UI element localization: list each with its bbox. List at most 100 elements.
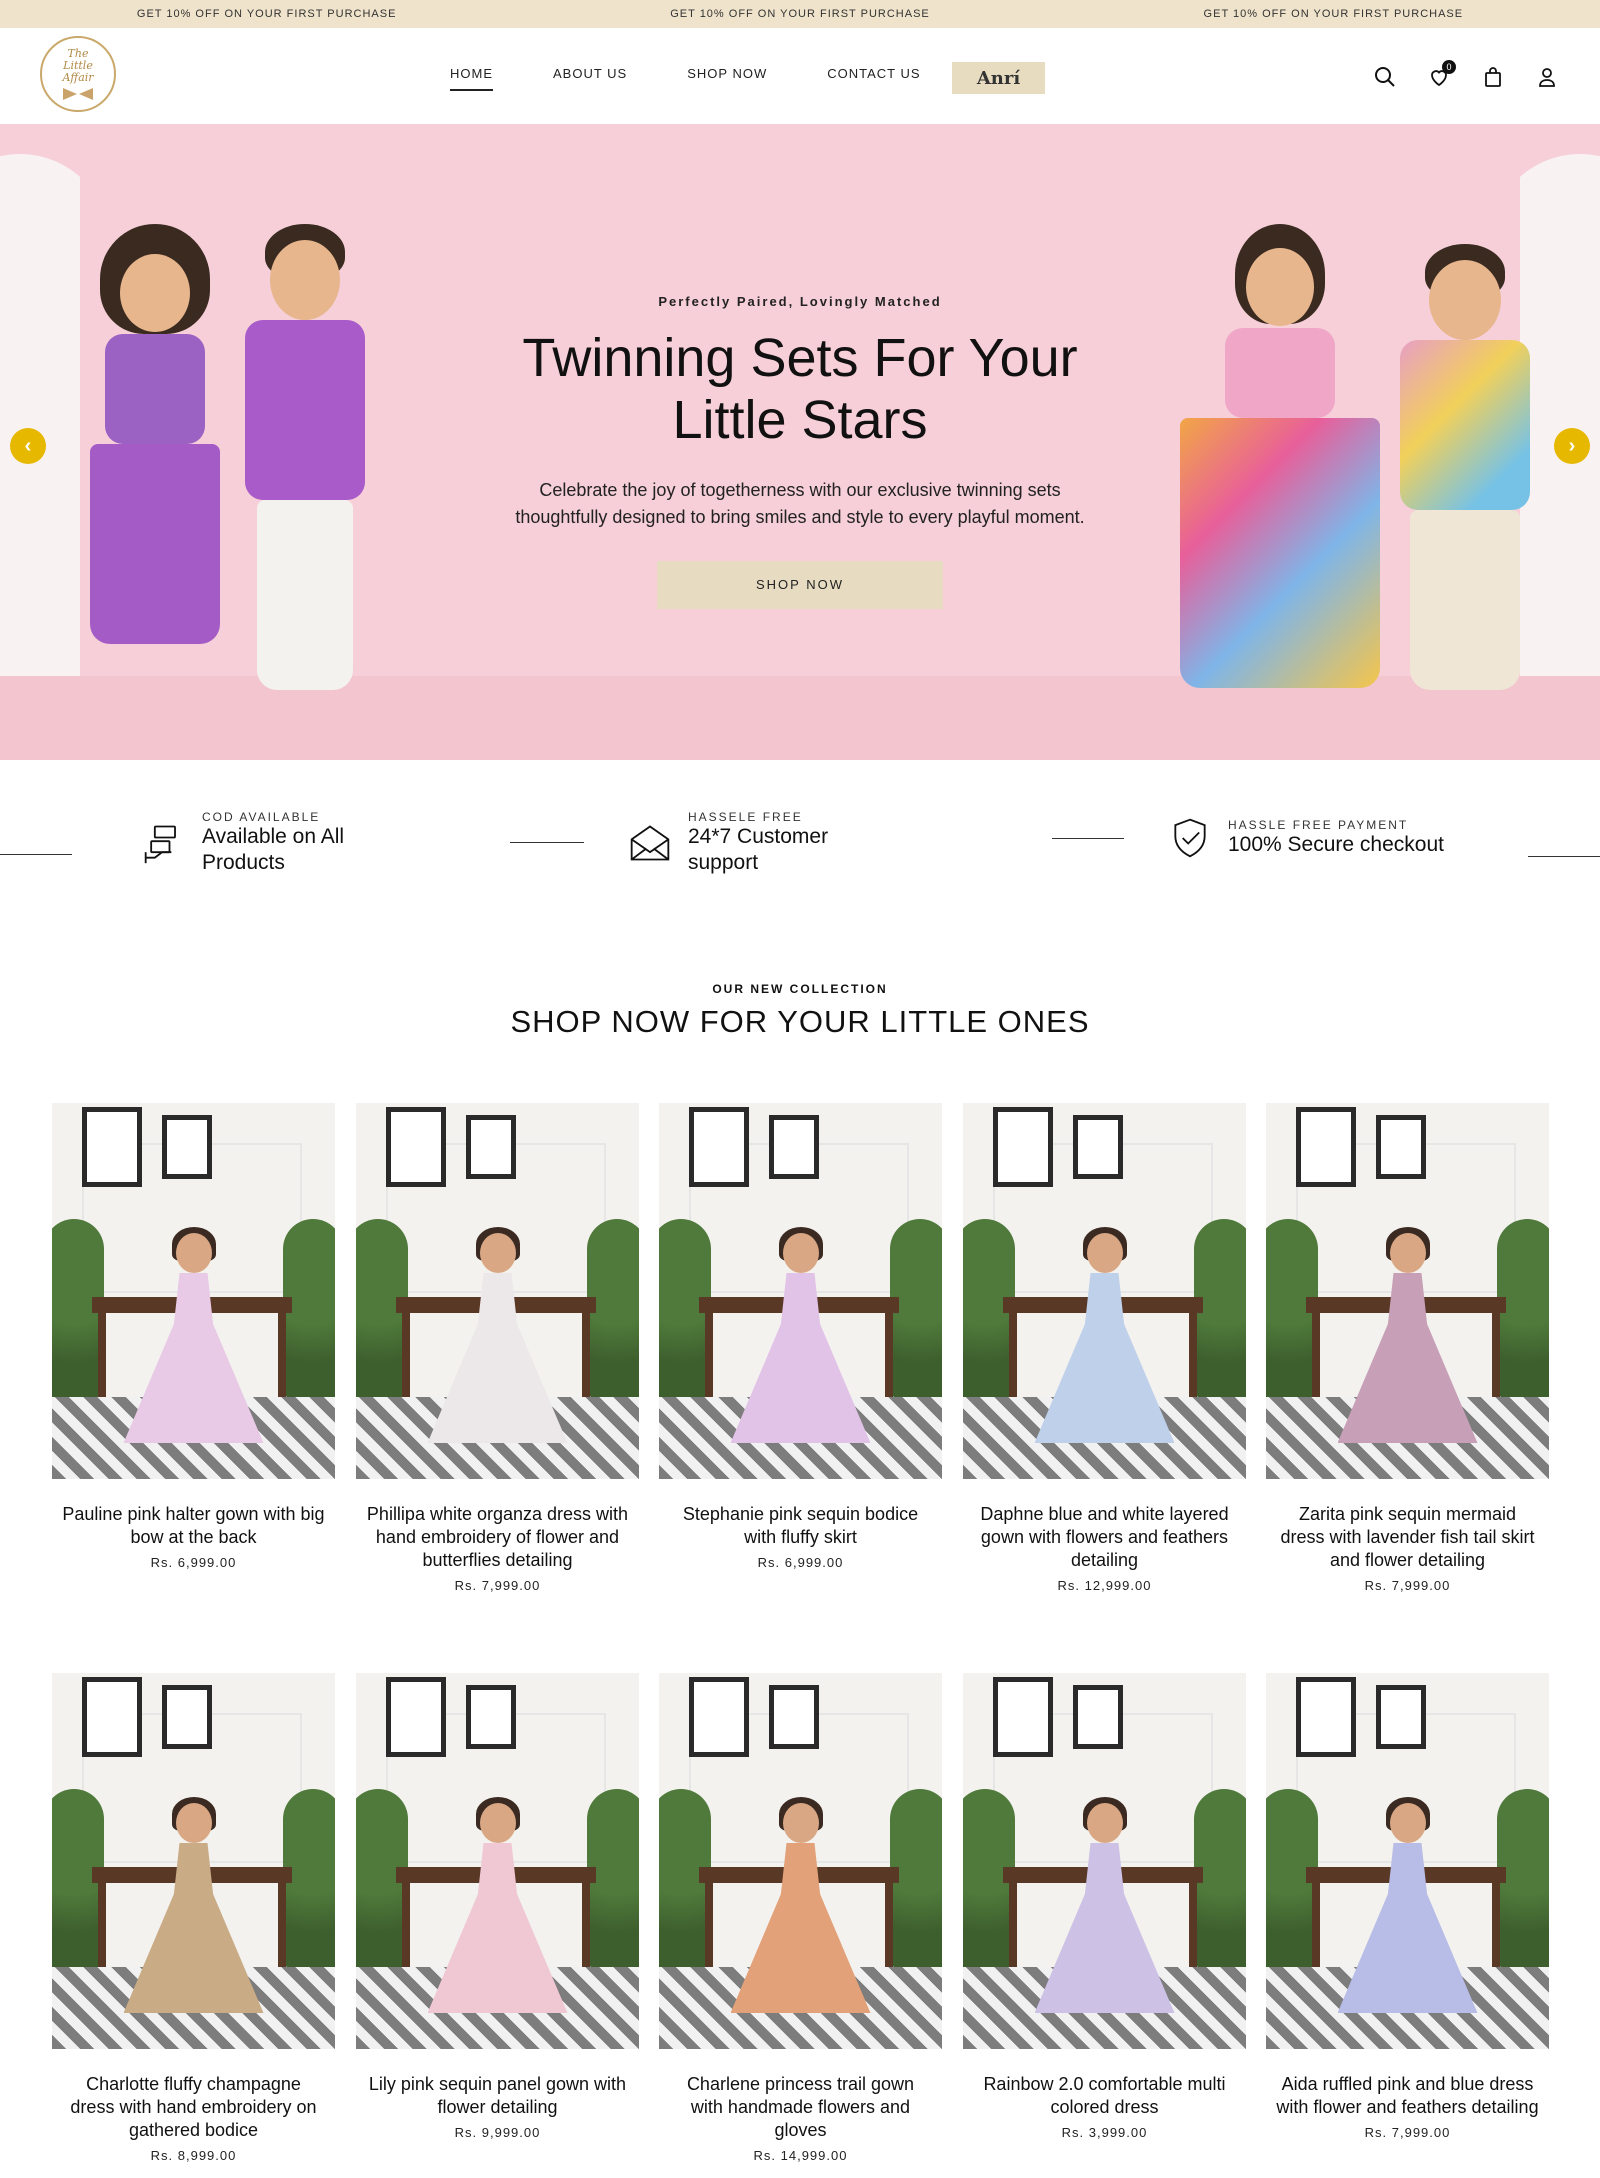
product-name[interactable]: Aida ruffled pink and blue dress with fl…	[1266, 2073, 1549, 2119]
divider	[510, 842, 584, 843]
product-card[interactable]: Stephanie pink sequin bodice with fluffy…	[659, 1103, 942, 1570]
product-card[interactable]: Phillipa white organza dress with hand e…	[356, 1103, 639, 1593]
table-leg	[278, 1881, 286, 1971]
bow-icon	[63, 88, 93, 100]
product-card[interactable]: Rainbow 2.0 comfortable multi colored dr…	[963, 1673, 1246, 2140]
hero-subtitle-line2: thoughtfully designed to bring smiles an…	[515, 507, 1085, 527]
table-leg	[1312, 1311, 1320, 1401]
product-card[interactable]: Aida ruffled pink and blue dress with fl…	[1266, 1673, 1549, 2140]
nav-home[interactable]: HOME	[450, 66, 493, 91]
hero-eyebrow: Perfectly Paired, Lovingly Matched	[658, 294, 942, 309]
product-name[interactable]: Lily pink sequin panel gown with flower …	[356, 2073, 639, 2119]
hero-title: Twinning Sets For Your Little Stars	[460, 327, 1140, 451]
product-card[interactable]: Charlene princess trail gown with handma…	[659, 1673, 942, 2163]
product-price: Rs. 8,999.00	[150, 2148, 237, 2163]
feature-value-line2: Products	[202, 851, 285, 874]
cash-hand-icon	[140, 819, 188, 867]
product-image[interactable]	[963, 1673, 1246, 2049]
announcement-bar: GET 10% OFF ON YOUR FIRST PURCHASE GET 1…	[0, 0, 1600, 28]
hero-model-girl-left	[80, 224, 230, 744]
product-image[interactable]	[52, 1673, 335, 2049]
feature-support: HASSELE FREE 24*7 Customer support	[626, 810, 828, 876]
product-card[interactable]: Daphne blue and white layered gown with …	[963, 1103, 1246, 1593]
picture-frame	[1376, 1685, 1426, 1749]
carousel-prev-button[interactable]: ‹	[10, 428, 46, 464]
hero-shop-now-button[interactable]: SHOP NOW	[657, 561, 943, 609]
table-leg	[98, 1881, 106, 1971]
picture-frame	[386, 1107, 446, 1187]
picture-frame	[162, 1685, 212, 1749]
product-price: Rs. 14,999.00	[753, 2148, 848, 2163]
product-card[interactable]: Charlotte fluffy champagne dress with ha…	[52, 1673, 335, 2163]
product-image[interactable]	[52, 1103, 335, 1479]
table-leg	[1492, 1311, 1500, 1401]
picture-frame	[689, 1107, 749, 1187]
brand-tag-anri[interactable]: Anrí	[952, 62, 1045, 94]
model-head	[479, 1233, 516, 1273]
carousel-next-button[interactable]: ›	[1554, 428, 1590, 464]
nav-shop-now[interactable]: SHOP NOW	[687, 66, 767, 91]
logo[interactable]: The Little Affair	[40, 36, 116, 112]
model-head	[175, 1233, 212, 1273]
product-image[interactable]	[659, 1673, 942, 2049]
wishlist-icon[interactable]: 0	[1426, 60, 1456, 90]
product-image[interactable]	[1266, 1673, 1549, 2049]
feature-secure-payment: HASSLE FREE PAYMENT 100% Secure checkout	[1166, 814, 1444, 862]
feature-value: Available on All Products	[202, 824, 344, 876]
model-head	[782, 1233, 819, 1273]
bag-icon[interactable]	[1480, 64, 1506, 90]
logo-text-line3: Affair	[62, 71, 94, 84]
product-card[interactable]: Zarita pink sequin mermaid dress with la…	[1266, 1103, 1549, 1593]
product-name[interactable]: Phillipa white organza dress with hand e…	[356, 1503, 639, 1572]
product-name[interactable]: Zarita pink sequin mermaid dress with la…	[1266, 1503, 1549, 1572]
nav-about-us[interactable]: ABOUT US	[553, 66, 627, 91]
product-image[interactable]	[1266, 1103, 1549, 1479]
search-icon[interactable]	[1372, 64, 1398, 90]
model-head	[1086, 1233, 1123, 1273]
hero-subtitle-line1: Celebrate the joy of togetherness with o…	[539, 480, 1061, 500]
product-image[interactable]	[356, 1103, 639, 1479]
product-name[interactable]: Pauline pink halter gown with big bow at…	[52, 1503, 335, 1549]
product-image[interactable]	[963, 1103, 1246, 1479]
model-head	[782, 1803, 819, 1843]
picture-frame	[82, 1107, 142, 1187]
site-header: The Little Affair HOME ABOUT US SHOP NOW…	[0, 28, 1600, 124]
picture-frame	[993, 1677, 1053, 1757]
product-image[interactable]	[659, 1103, 942, 1479]
table-leg	[98, 1311, 106, 1401]
table-leg	[1009, 1311, 1017, 1401]
account-icon[interactable]	[1534, 64, 1560, 90]
feature-label: HASSELE FREE	[688, 810, 803, 824]
main-nav: HOME ABOUT US SHOP NOW CONTACT US	[450, 66, 981, 91]
product-name[interactable]: Rainbow 2.0 comfortable multi colored dr…	[963, 2073, 1246, 2119]
table-leg	[885, 1881, 893, 1971]
hero-title-line2: Little Stars	[672, 390, 928, 450]
nav-contact-us[interactable]: CONTACT US	[827, 66, 920, 91]
product-price: Rs. 6,999.00	[150, 1555, 237, 1570]
table-leg	[582, 1311, 590, 1401]
product-name[interactable]: Charlene princess trail gown with handma…	[659, 2073, 942, 2142]
feature-value: 24*7 Customer support	[688, 824, 828, 876]
product-name[interactable]: Stephanie pink sequin bodice with fluffy…	[659, 1503, 942, 1549]
product-price: Rs. 7,999.00	[454, 1578, 541, 1593]
product-card[interactable]: Lily pink sequin panel gown with flower …	[356, 1673, 639, 2140]
feature-value-line2: support	[688, 851, 759, 874]
announcement-message: GET 10% OFF ON YOUR FIRST PURCHASE	[1203, 8, 1464, 20]
product-card[interactable]: Pauline pink halter gown with big bow at…	[52, 1103, 335, 1570]
product-name[interactable]: Daphne blue and white layered gown with …	[963, 1503, 1246, 1572]
feature-value-line1: Available on All	[202, 825, 345, 848]
hero-model-boy-right	[1380, 244, 1550, 744]
feature-cod: COD AVAILABLE Available on All Products	[140, 810, 344, 876]
table-leg	[705, 1881, 713, 1971]
product-name[interactable]: Charlotte fluffy champagne dress with ha…	[52, 2073, 335, 2142]
table-leg	[582, 1881, 590, 1971]
product-price: Rs. 6,999.00	[757, 1555, 844, 1570]
table-leg	[885, 1311, 893, 1401]
product-image[interactable]	[356, 1673, 639, 2049]
features-strip: COD AVAILABLE Available on All Products …	[0, 790, 1600, 900]
collection-eyebrow: OUR NEW COLLECTION	[712, 982, 888, 996]
picture-frame	[162, 1115, 212, 1179]
header-icons: 0	[1372, 60, 1560, 90]
model-head	[1389, 1233, 1426, 1273]
picture-frame	[1296, 1107, 1356, 1187]
